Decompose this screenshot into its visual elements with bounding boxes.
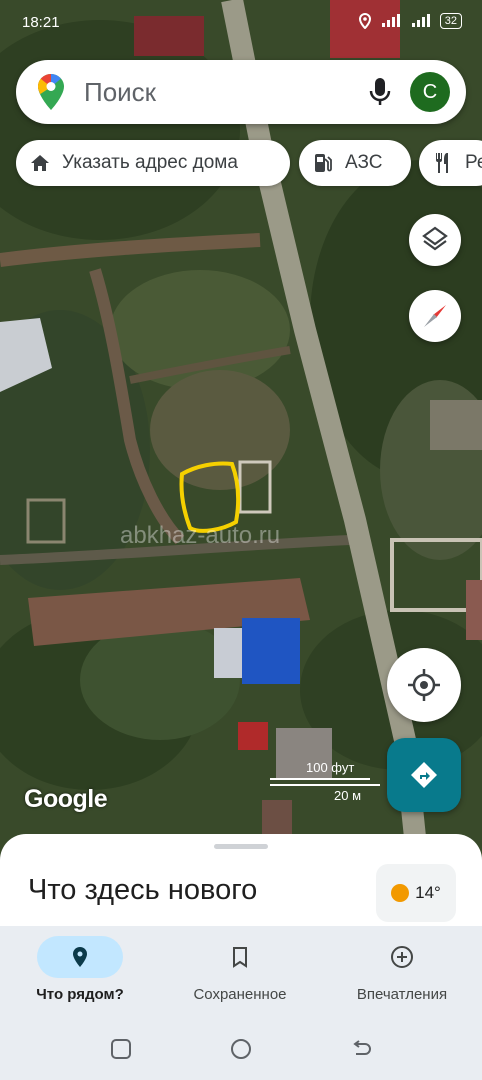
account-avatar[interactable]: С bbox=[410, 72, 450, 112]
tab-explore-label: Что рядом? bbox=[36, 986, 124, 1003]
tab-contribute-indicator bbox=[359, 936, 445, 978]
directions-icon bbox=[411, 762, 437, 788]
tab-contribute[interactable]: Впечатления bbox=[322, 926, 482, 1016]
tab-saved-label: Сохраненное bbox=[193, 986, 287, 1003]
scale-metric: 20 м bbox=[334, 788, 362, 803]
scale-bar-metric bbox=[270, 784, 380, 786]
my-location-button[interactable] bbox=[387, 648, 461, 722]
compass-button[interactable] bbox=[409, 290, 461, 342]
home-icon bbox=[31, 155, 49, 171]
tab-saved[interactable]: Сохраненное bbox=[160, 926, 320, 1016]
4g-signal-icon bbox=[411, 14, 430, 27]
watermark: abkhaz-auto.ru bbox=[120, 522, 281, 549]
temperature: 14° bbox=[415, 883, 441, 902]
tab-explore[interactable]: Что рядом? bbox=[0, 926, 160, 1016]
location-status-icon bbox=[358, 13, 371, 29]
sheet-title: Что здесь нового bbox=[28, 874, 258, 906]
layers-button[interactable] bbox=[409, 214, 461, 266]
gas-station-icon bbox=[315, 154, 332, 172]
status-icons: 32 bbox=[358, 13, 462, 29]
restaurant-icon bbox=[436, 153, 448, 173]
scale-imperial: 100 фут bbox=[306, 760, 355, 775]
search-input[interactable]: Поиск bbox=[84, 77, 156, 108]
chip-restaurants[interactable]: Ре bbox=[419, 140, 482, 186]
chip-gas-station[interactable]: АЗС bbox=[299, 140, 411, 186]
layers-icon bbox=[422, 226, 448, 251]
google-maps-pin-icon bbox=[38, 74, 64, 110]
bookmark-icon bbox=[233, 947, 247, 968]
system-navigation-bar bbox=[0, 1016, 482, 1080]
home-circle-icon[interactable] bbox=[230, 1038, 252, 1060]
chip-label: Ре bbox=[465, 152, 482, 173]
bottom-sheet[interactable]: Что здесь нового 14° bbox=[0, 834, 482, 926]
scale-bar-imperial bbox=[270, 778, 370, 780]
battery-indicator: 32 bbox=[439, 13, 462, 29]
sheet-drag-handle[interactable] bbox=[214, 844, 268, 849]
explore-pin-icon bbox=[73, 947, 87, 967]
weather-chip[interactable]: 14° bbox=[376, 864, 456, 922]
directions-button[interactable] bbox=[387, 738, 461, 812]
search-bar[interactable]: Поиск С bbox=[16, 60, 466, 124]
back-icon[interactable] bbox=[350, 1038, 372, 1060]
chip-label: АЗС bbox=[345, 152, 383, 173]
tab-saved-indicator bbox=[197, 936, 283, 978]
add-circle-icon bbox=[391, 946, 413, 968]
microphone-icon[interactable] bbox=[368, 77, 392, 107]
chip-home-address[interactable]: Указать адрес дома bbox=[16, 140, 290, 186]
tab-explore-indicator bbox=[37, 936, 123, 978]
lte-signal-icon bbox=[381, 14, 400, 27]
recents-icon[interactable] bbox=[110, 1038, 132, 1060]
compass-icon bbox=[424, 305, 446, 327]
status-time: 18:21 bbox=[22, 14, 60, 31]
bottom-navigation: Что рядом? Сохраненное Впечатления bbox=[0, 926, 482, 1016]
map-scale: 100 фут 20 м bbox=[270, 760, 380, 810]
tab-contribute-label: Впечатления bbox=[356, 986, 448, 1003]
status-bar: 18:21 32 bbox=[0, 0, 482, 48]
sun-icon bbox=[391, 884, 410, 902]
google-logo: Google bbox=[24, 785, 108, 813]
chip-label: Указать адрес дома bbox=[62, 152, 238, 173]
my-location-icon bbox=[408, 669, 440, 701]
